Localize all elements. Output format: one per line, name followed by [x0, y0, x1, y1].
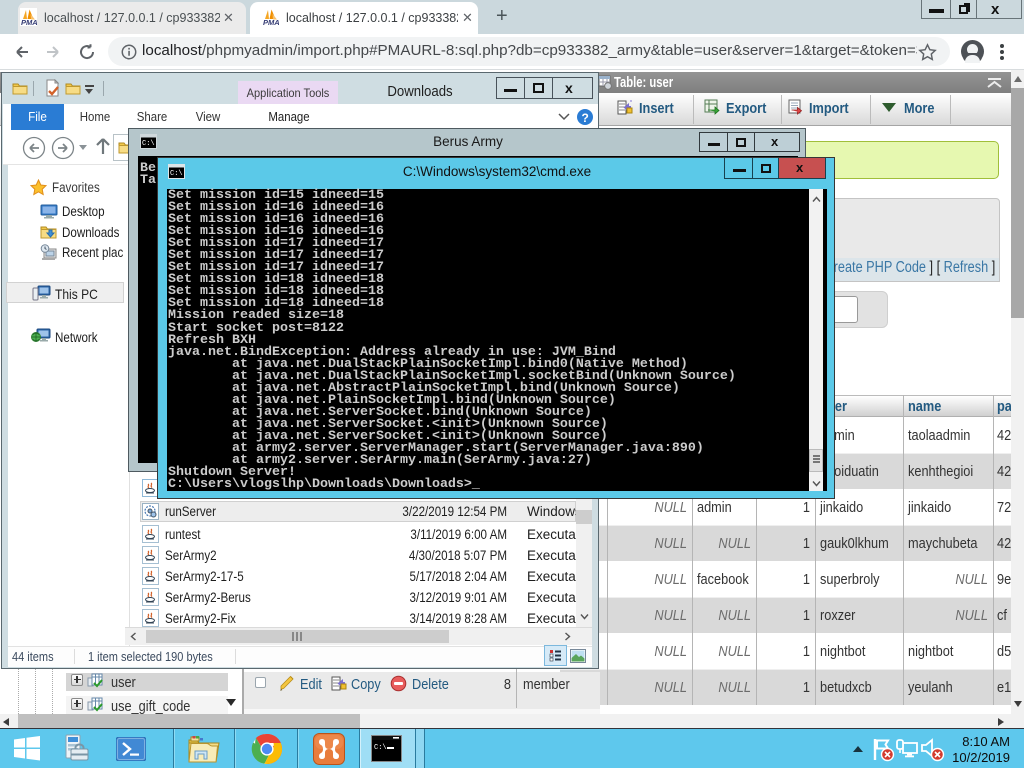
svg-text:PMA: PMA — [21, 18, 37, 26]
svg-text:C:\: C:\ — [374, 744, 387, 752]
svg-text:PMA: PMA — [263, 18, 279, 26]
